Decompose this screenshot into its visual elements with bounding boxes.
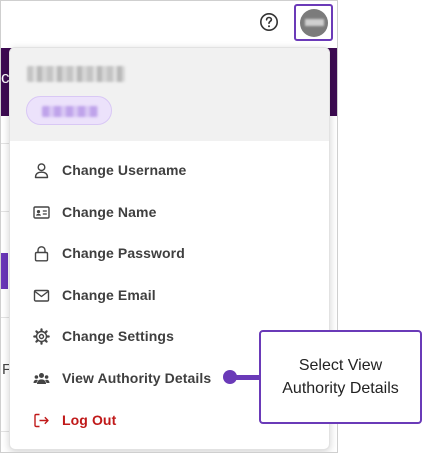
background-tab-accent — [1, 253, 8, 289]
menu-item-change-password[interactable]: Change Password — [10, 233, 329, 273]
menu-item-label: Change Name — [62, 204, 157, 220]
background-divider — [1, 211, 9, 212]
background-divider — [1, 317, 9, 318]
gear-icon — [33, 328, 50, 345]
account-menu-button[interactable] — [294, 4, 333, 41]
background-divider — [1, 143, 9, 144]
menu-item-label: Change Password — [62, 245, 185, 261]
lock-icon — [34, 246, 49, 262]
menu-item-label: Change Settings — [62, 328, 174, 344]
user-info-header — [10, 48, 329, 141]
role-badge — [26, 96, 112, 125]
user-name-redacted — [27, 66, 125, 82]
menu-item-label: Change Email — [62, 287, 156, 303]
id-card-icon — [33, 206, 50, 219]
callout-text: Select View Authority Details — [282, 357, 399, 397]
menu-item-change-username[interactable]: Change Username — [10, 150, 329, 190]
menu-item-label: Change Username — [62, 162, 187, 178]
avatar-icon — [300, 9, 328, 37]
users-icon — [33, 373, 50, 384]
user-icon — [34, 163, 49, 179]
help-icon[interactable] — [259, 12, 279, 32]
envelope-icon — [33, 289, 50, 302]
menu-item-change-name[interactable]: Change Name — [10, 192, 329, 232]
callout-connector-dot — [223, 370, 237, 384]
menu-item-change-email[interactable]: Change Email — [10, 275, 329, 315]
background-divider — [1, 431, 9, 432]
logout-icon — [34, 413, 49, 428]
menu-item-label: View Authority Details — [62, 370, 212, 386]
menu-item-label: Log Out — [62, 412, 117, 428]
instruction-callout: Select View Authority Details — [259, 330, 422, 424]
